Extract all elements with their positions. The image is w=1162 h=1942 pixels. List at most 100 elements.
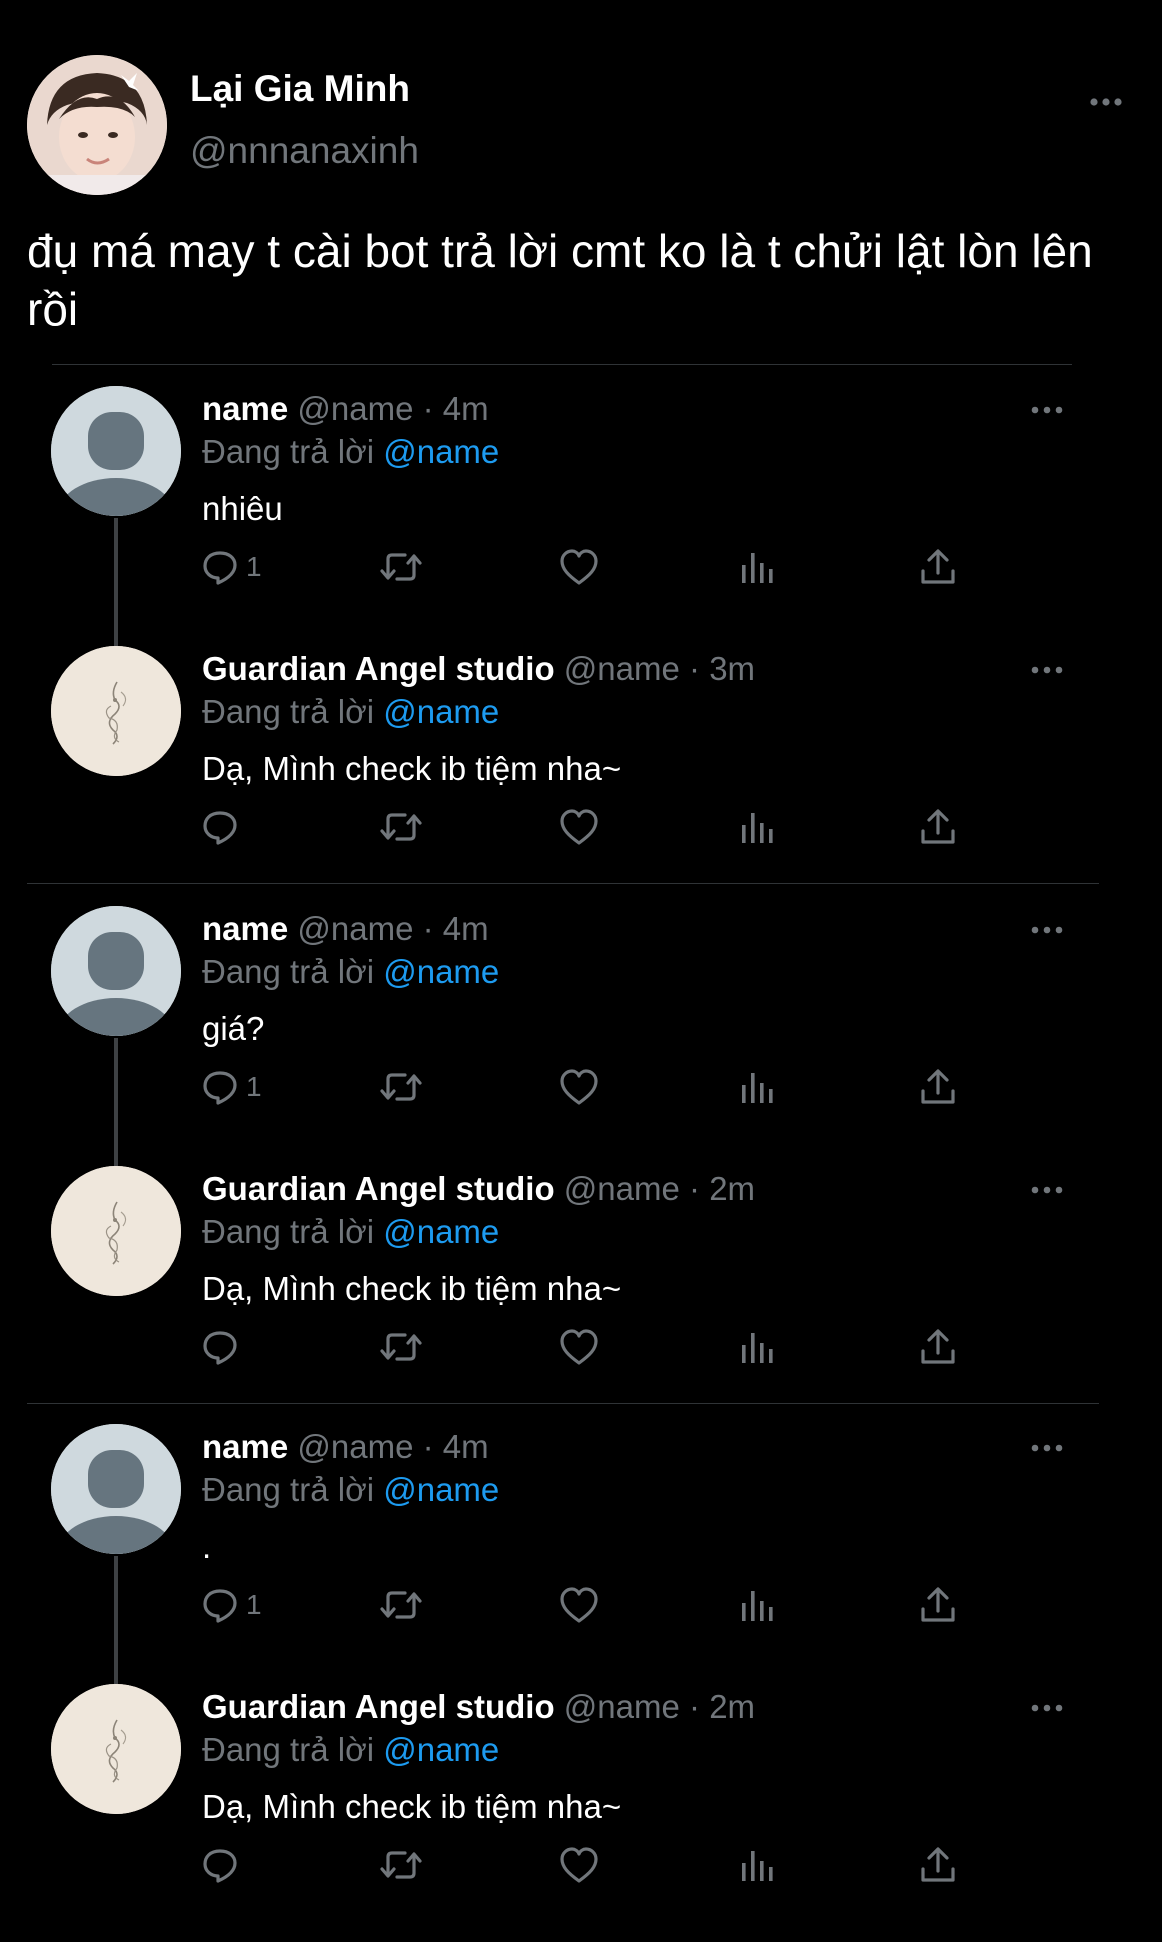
studio-avatar[interactable] (51, 646, 181, 776)
reply-icon (200, 1585, 240, 1625)
reply-thread: name @name · 4m Đang trả lời @name giá? 1 Gu… (0, 906, 1162, 1424)
analytics-icon (738, 547, 774, 587)
author-avatar[interactable] (27, 55, 167, 195)
studio-avatar[interactable] (51, 1684, 181, 1814)
replying-to: Đang trả lời @name (202, 1731, 499, 1769)
share-icon (918, 1327, 958, 1367)
reply-text: Dạ, Mình check ib tiệm nha~ (202, 1270, 622, 1307)
analytics-button[interactable] (738, 1581, 774, 1629)
retweet-button[interactable] (378, 1841, 424, 1889)
reply-timestamp[interactable]: · 4m (423, 1428, 489, 1465)
analytics-button[interactable] (738, 1841, 774, 1889)
reply-author-name[interactable]: Guardian Angel studio (202, 1170, 555, 1207)
reply-timestamp[interactable]: · 3m (689, 650, 755, 687)
studio-avatar[interactable] (51, 1166, 181, 1296)
like-button[interactable] (558, 803, 600, 851)
retweet-button[interactable] (378, 1581, 424, 1629)
retweet-icon (378, 1845, 424, 1885)
reply-button[interactable] (200, 1323, 246, 1371)
reply-button[interactable] (200, 803, 246, 851)
like-button[interactable] (558, 1063, 600, 1111)
replying-to-label: Đang trả lời (202, 693, 375, 730)
analytics-button[interactable] (738, 803, 774, 851)
retweet-icon (378, 807, 424, 847)
share-button[interactable] (918, 1841, 958, 1889)
reply-thread: name @name · 4m Đang trả lời @name. 1 Guard… (0, 1424, 1162, 1942)
reply-timestamp[interactable]: · 4m (423, 910, 489, 947)
retweet-button[interactable] (378, 1323, 424, 1371)
reply-author-name[interactable]: Guardian Angel studio (202, 1688, 555, 1725)
more-options-icon[interactable] (1088, 88, 1124, 116)
reply-timestamp[interactable]: · 4m (423, 390, 489, 427)
replying-to-mention[interactable]: @name (383, 433, 499, 470)
share-button[interactable] (918, 803, 958, 851)
replying-to-mention[interactable]: @name (383, 1213, 499, 1250)
tweet-actions: 1 (200, 1063, 980, 1111)
reply-author-handle[interactable]: @name (564, 650, 680, 687)
more-options-icon[interactable] (1030, 398, 1064, 422)
reply-timestamp[interactable]: · 2m (689, 1170, 755, 1207)
reply-button[interactable] (200, 1841, 246, 1889)
like-button[interactable] (558, 1323, 600, 1371)
reply-author-name[interactable]: name (202, 390, 288, 427)
reply-header: name @name · 4m (202, 390, 489, 428)
divider (27, 1403, 1099, 1404)
reply-author-name[interactable]: name (202, 910, 288, 947)
divider (27, 883, 1099, 884)
reply-author-handle[interactable]: @name (564, 1170, 680, 1207)
reply-icon (200, 1845, 240, 1885)
default-avatar-icon[interactable] (51, 1424, 181, 1554)
replying-to-mention[interactable]: @name (383, 693, 499, 730)
share-button[interactable] (918, 543, 958, 591)
reply-author-name[interactable]: name (202, 1428, 288, 1465)
default-avatar-icon[interactable] (51, 386, 181, 516)
analytics-button[interactable] (738, 1323, 774, 1371)
analytics-icon (738, 1067, 774, 1107)
reply-author-handle[interactable]: @name (297, 390, 413, 427)
analytics-button[interactable] (738, 1063, 774, 1111)
thread-connector (114, 518, 118, 646)
divider (52, 364, 1072, 365)
replying-to: Đang trả lời @name (202, 953, 499, 991)
replying-to-mention[interactable]: @name (383, 1731, 499, 1768)
author-name[interactable]: Lại Gia Minh (190, 68, 410, 110)
replying-to-mention[interactable]: @name (383, 953, 499, 990)
reply-icon (200, 547, 240, 587)
like-button[interactable] (558, 1581, 600, 1629)
more-options-icon[interactable] (1030, 1436, 1064, 1460)
analytics-icon (738, 807, 774, 847)
more-options-icon[interactable] (1030, 658, 1064, 682)
reply-timestamp[interactable]: · 2m (689, 1688, 755, 1725)
reply-button[interactable]: 1 (200, 1063, 262, 1111)
reply-author-handle[interactable]: @name (564, 1688, 680, 1725)
retweet-button[interactable] (378, 1063, 424, 1111)
reply-author-handle[interactable]: @name (297, 1428, 413, 1465)
replying-to: Đang trả lời @name (202, 433, 499, 471)
tweet-text: đụ má may t cài bot trả lời cmt ko là t … (27, 225, 1093, 335)
more-options-icon[interactable] (1030, 1696, 1064, 1720)
share-button[interactable] (918, 1063, 958, 1111)
analytics-button[interactable] (738, 543, 774, 591)
share-icon (918, 1585, 958, 1625)
share-button[interactable] (918, 1581, 958, 1629)
like-icon (558, 547, 600, 587)
reply-count: 1 (246, 1071, 262, 1102)
like-button[interactable] (558, 543, 600, 591)
replying-to-label: Đang trả lời (202, 1731, 375, 1768)
author-handle[interactable]: @nnnanaxinh (190, 130, 419, 172)
reply-author-handle[interactable]: @name (297, 910, 413, 947)
replying-to-label: Đang trả lời (202, 1471, 375, 1508)
default-avatar-icon[interactable] (51, 906, 181, 1036)
retweet-button[interactable] (378, 543, 424, 591)
like-button[interactable] (558, 1841, 600, 1889)
more-options-icon[interactable] (1030, 1178, 1064, 1202)
more-options-icon[interactable] (1030, 918, 1064, 942)
reply-button[interactable]: 1 (200, 543, 262, 591)
reply-button[interactable]: 1 (200, 1581, 262, 1629)
share-button[interactable] (918, 1323, 958, 1371)
retweet-button[interactable] (378, 803, 424, 851)
replying-to-mention[interactable]: @name (383, 1471, 499, 1508)
reply-text: nhiêu (202, 490, 283, 527)
analytics-icon (738, 1327, 774, 1367)
reply-author-name[interactable]: Guardian Angel studio (202, 650, 555, 687)
